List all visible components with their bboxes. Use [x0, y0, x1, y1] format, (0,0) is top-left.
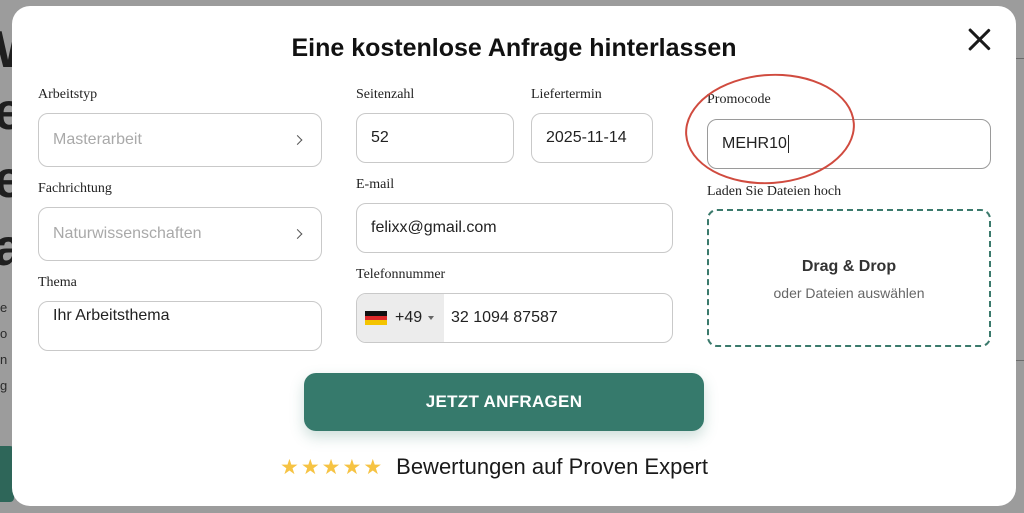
telefon-input[interactable]: +49 32 1094 87587: [356, 293, 673, 343]
fachrichtung-select[interactable]: Naturwissenschaften: [38, 207, 322, 261]
seitenzahl-value: 52: [371, 129, 389, 146]
star-icon: ★: [363, 455, 383, 479]
rating-stars: ★ ★ ★ ★ ★: [280, 457, 384, 478]
background-text-fragment: g: [0, 378, 8, 393]
email-label: E-mail: [356, 177, 395, 192]
text-cursor: [787, 135, 789, 153]
arbeitstyp-value: Masterarbeit: [53, 131, 142, 148]
arbeitstyp-label: Arbeitstyp: [38, 87, 98, 102]
star-icon: ★: [300, 455, 320, 479]
seitenzahl-input[interactable]: 52: [356, 113, 514, 163]
email-value: felixx@gmail.com: [371, 219, 497, 236]
email-input[interactable]: felixx@gmail.com: [356, 203, 673, 253]
liefertermin-label: Liefertermin: [531, 87, 602, 102]
fachrichtung-label: Fachrichtung: [38, 181, 112, 196]
promocode-label: Promocode: [707, 92, 771, 107]
dial-code: +49: [395, 309, 423, 326]
rating-text: Bewertungen auf Proven Expert: [396, 454, 708, 479]
background-text-fragment: e: [0, 300, 8, 315]
background-text-fragment: o: [0, 326, 8, 341]
telefon-label: Telefonnummer: [356, 267, 446, 282]
country-code-select[interactable]: +49: [357, 294, 444, 342]
promocode-value: MEHR10: [722, 135, 787, 152]
thema-value: Ihr Arbeitsthema: [53, 307, 170, 324]
rating-row: ★ ★ ★ ★ ★ Bewertungen auf Proven Expert: [280, 454, 708, 480]
seitenzahl-label: Seitenzahl: [356, 87, 415, 102]
star-icon: ★: [280, 455, 299, 479]
close-icon[interactable]: [964, 24, 994, 54]
thema-textarea[interactable]: Ihr Arbeitsthema: [38, 301, 322, 351]
submit-button[interactable]: JETZT ANFRAGEN: [304, 373, 704, 431]
thema-label: Thema: [38, 275, 77, 290]
star-icon: ★: [342, 455, 362, 479]
promocode-input[interactable]: MEHR10: [707, 119, 991, 169]
background-text-fragment: n: [0, 352, 8, 367]
dropzone-title: Drag & Drop: [801, 258, 897, 275]
upload-label: Laden Sie Dateien hoch: [707, 184, 842, 199]
dropzone-subtitle[interactable]: oder Dateien auswählen: [709, 285, 989, 301]
arbeitstyp-select[interactable]: Masterarbeit: [38, 113, 322, 167]
phone-number-value: 32 1094 87587: [451, 309, 558, 326]
fachrichtung-value: Naturwissenschaften: [53, 225, 202, 242]
germany-flag-icon: [365, 311, 387, 326]
caret-down-icon: [428, 316, 435, 320]
chevron-right-icon: [292, 229, 303, 239]
request-modal: Eine kostenlose Anfrage hinterlassen Arb…: [12, 6, 1016, 506]
star-icon: ★: [321, 455, 341, 479]
liefertermin-value: 2025-11-14: [546, 129, 627, 146]
chevron-right-icon: [292, 135, 303, 145]
file-dropzone[interactable]: Drag & Drop oder Dateien auswählen: [707, 209, 991, 347]
liefertermin-input[interactable]: 2025-11-14: [531, 113, 653, 163]
modal-title: Eine kostenlose Anfrage hinterlassen: [291, 34, 737, 62]
